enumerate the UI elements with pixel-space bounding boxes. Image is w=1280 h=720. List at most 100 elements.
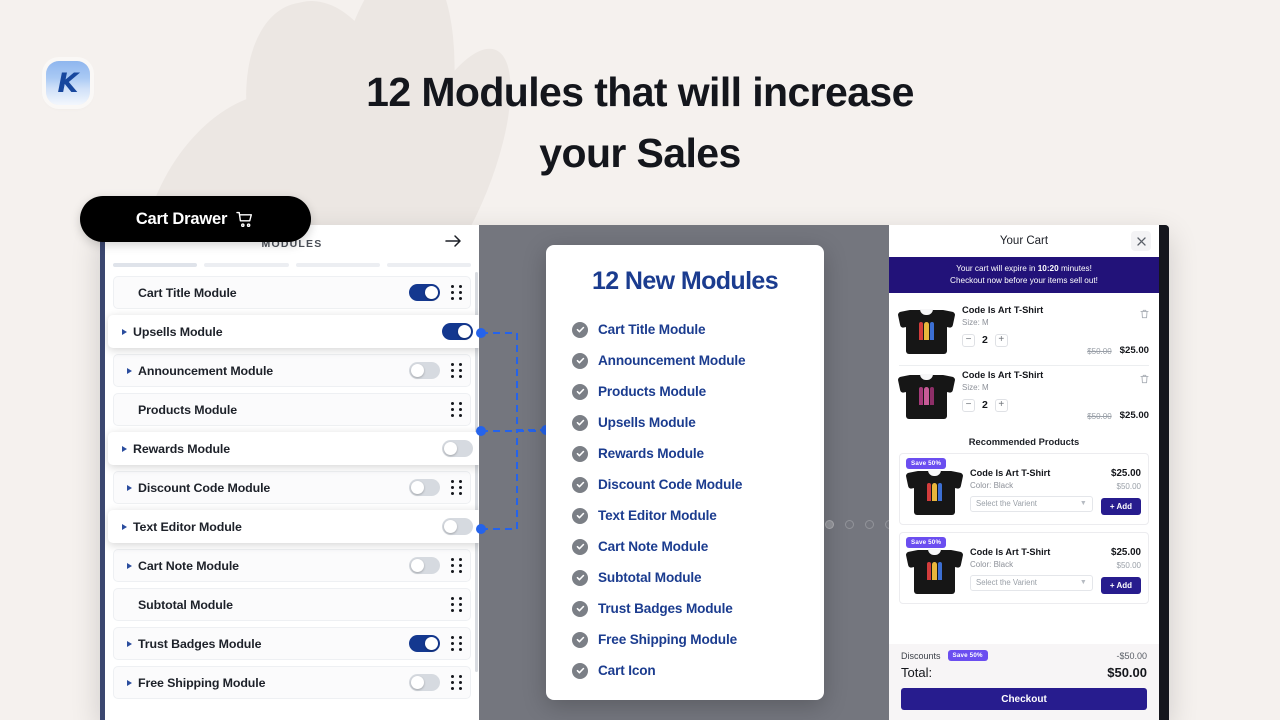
variant-select-placeholder: Select the Varient xyxy=(976,578,1037,588)
module-row-label: Cart Title Module xyxy=(138,285,237,300)
remove-item-icon[interactable] xyxy=(1140,371,1149,389)
module-row[interactable]: Announcement Module xyxy=(113,354,471,387)
product-thumbnail xyxy=(897,305,956,357)
module-row[interactable]: Cart Title Module xyxy=(113,276,471,309)
cart-expiry-banner: Your cart will expire in 10:20 minutes! … xyxy=(889,257,1159,293)
module-toggle[interactable] xyxy=(409,362,440,379)
decrease-quantity-button[interactable]: − xyxy=(962,398,975,412)
cart-item-name: Code Is Art T-Shirt xyxy=(962,304,1044,315)
module-row[interactable]: Cart Note Module xyxy=(113,549,471,582)
discount-badge: Save 50% xyxy=(947,650,988,661)
cart-item-prices: $50.00 $25.00 xyxy=(1087,410,1149,422)
banner-prefix: Your cart will expire in xyxy=(956,264,1038,273)
recommended-product-info: Code Is Art T-Shirt Color: Black Select … xyxy=(970,460,1093,518)
module-row-label: Cart Note Module xyxy=(138,558,239,573)
promo-item-label: Free Shipping Module xyxy=(598,632,737,647)
module-row[interactable]: Upsells Module xyxy=(108,315,479,348)
drag-handle-icon[interactable] xyxy=(451,480,462,495)
expand-caret-icon[interactable] xyxy=(127,679,132,686)
save-badge: Save 50% xyxy=(906,536,947,548)
add-to-cart-button[interactable]: + Add xyxy=(1100,576,1141,594)
page-title: 12 Modules that will increase your Sales xyxy=(0,62,1280,183)
module-row[interactable]: Free Shipping Module xyxy=(113,666,471,699)
module-toggle[interactable] xyxy=(409,635,440,652)
module-toggle[interactable] xyxy=(409,284,440,301)
promo-item-label: Discount Code Module xyxy=(598,477,743,492)
cart-item-old-price: $50.00 xyxy=(1087,346,1112,356)
promo-list-item: Announcement Module xyxy=(572,345,824,376)
variant-select[interactable]: Select the Varient ▼ xyxy=(970,574,1093,591)
expand-caret-icon[interactable] xyxy=(127,562,132,569)
drag-handle-icon[interactable] xyxy=(451,675,462,690)
check-circle-icon xyxy=(572,569,588,586)
recommended-product-info: Code Is Art T-Shirt Color: Black Select … xyxy=(970,539,1093,597)
banner-timer: 10:20 xyxy=(1037,264,1059,273)
expand-caret-icon[interactable] xyxy=(122,445,127,452)
cart-expiry-line-2: Checkout now before your items sell out! xyxy=(950,275,1098,285)
recommended-product-old-price: $50.00 xyxy=(1116,481,1141,491)
expand-caret-icon[interactable] xyxy=(122,523,127,530)
module-toggle[interactable] xyxy=(442,518,473,535)
promo-item-label: Cart Icon xyxy=(598,663,656,678)
module-row[interactable]: Rewards Module xyxy=(108,432,479,465)
drag-handle-icon[interactable] xyxy=(451,636,462,651)
drag-handle-icon[interactable] xyxy=(451,285,462,300)
promo-list-item: Products Module xyxy=(572,376,824,407)
module-row[interactable]: Text Editor Module xyxy=(108,510,479,543)
decrease-quantity-button[interactable]: − xyxy=(962,333,975,347)
recommended-products-title: Recommended Products xyxy=(968,435,1080,447)
cart-item-price: $25.00 xyxy=(1119,409,1149,421)
expand-caret-icon[interactable] xyxy=(122,328,127,335)
cart-title: Your Cart xyxy=(999,235,1049,247)
remove-item-icon[interactable] xyxy=(1140,306,1149,324)
promo-list-item: Trust Badges Module xyxy=(572,593,824,624)
variant-select-placeholder: Select the Varient xyxy=(976,499,1037,509)
add-to-cart-button[interactable]: + Add xyxy=(1100,497,1141,515)
modules-panel: MODULES Cart Title Module Upsells Module xyxy=(105,225,479,720)
promo-list-item: Rewards Module xyxy=(572,438,824,469)
total-label: Total: xyxy=(901,665,933,680)
module-row[interactable]: Subtotal Module xyxy=(113,588,471,621)
check-circle-icon xyxy=(572,352,588,369)
drag-handle-icon[interactable] xyxy=(451,402,462,417)
promo-list-item: Cart Title Module xyxy=(572,314,824,345)
module-toggle[interactable] xyxy=(442,323,473,340)
drag-handle-icon[interactable] xyxy=(451,558,462,573)
cart-header: Your Cart xyxy=(889,225,1159,257)
cart-item-variant: Size: M xyxy=(962,317,989,327)
checkout-button[interactable]: Checkout xyxy=(901,688,1147,710)
promo-list-item: Subtotal Module xyxy=(572,562,824,593)
increase-quantity-button[interactable]: + xyxy=(994,398,1008,412)
cart-item: Code Is Art T-Shirt Size: M − 2 + $50.00… xyxy=(897,366,1149,430)
expand-caret-icon[interactable] xyxy=(127,484,132,491)
forward-arrow-icon[interactable] xyxy=(445,234,462,253)
module-toggle[interactable] xyxy=(409,674,440,691)
cart-item-info: Code Is Art T-Shirt Size: M − 2 + xyxy=(962,370,1079,422)
chevron-down-icon: ▼ xyxy=(1079,500,1087,508)
module-row[interactable]: Trust Badges Module xyxy=(113,627,471,660)
module-row-label: Products Module xyxy=(138,402,238,417)
module-row-label: Text Editor Module xyxy=(133,519,242,534)
expand-caret-icon[interactable] xyxy=(127,367,132,374)
product-thumbnail xyxy=(905,466,964,518)
module-row-label: Subtotal Module xyxy=(138,597,233,612)
module-toggle[interactable] xyxy=(442,440,473,457)
close-icon[interactable] xyxy=(1131,231,1151,251)
drag-handle-icon[interactable] xyxy=(451,597,462,612)
module-row[interactable]: Discount Code Module xyxy=(113,471,471,504)
module-row[interactable]: Products Module xyxy=(113,393,471,426)
discount-row: Discounts Save 50% -$50.00 xyxy=(901,650,1147,661)
variant-select[interactable]: Select the Varient ▼ xyxy=(970,495,1093,512)
check-circle-icon xyxy=(572,383,588,400)
module-toggle[interactable] xyxy=(409,557,440,574)
module-list: Cart Title Module Upsells Module Announc… xyxy=(105,276,479,699)
total-row: Total: $50.00 xyxy=(901,665,1147,680)
check-circle-icon xyxy=(572,538,588,555)
increase-quantity-button[interactable]: + xyxy=(994,333,1008,347)
expand-caret-icon[interactable] xyxy=(127,640,132,647)
module-toggle[interactable] xyxy=(409,479,440,496)
recommended-product-name: Code Is Art T-Shirt xyxy=(970,467,1051,478)
cart-drawer-badge: Cart Drawer xyxy=(80,196,311,242)
drag-handle-icon[interactable] xyxy=(451,363,462,378)
cart-item-name: Code Is Art T-Shirt xyxy=(962,369,1044,380)
